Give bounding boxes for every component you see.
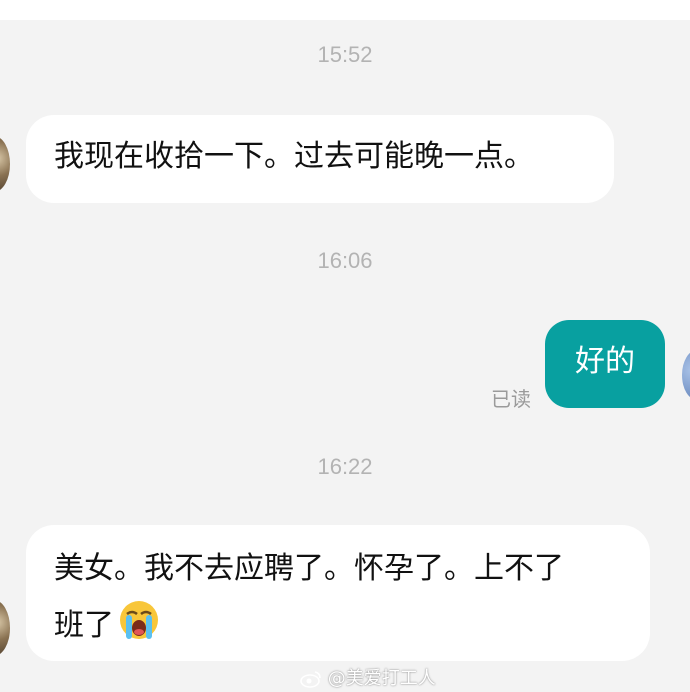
watermark-text: @美爱打工人 <box>327 668 436 689</box>
timestamp: 16:06 <box>317 248 373 273</box>
incoming-message-bubble[interactable]: 美女。我不去应聘了。怀孕了。上不了 班了 <box>26 525 650 661</box>
contact-avatar[interactable] <box>0 600 10 656</box>
message-text: 好的 <box>575 344 635 379</box>
top-bar <box>0 0 690 20</box>
weibo-icon <box>300 671 321 688</box>
my-avatar[interactable] <box>682 350 690 400</box>
loudly-crying-face-icon <box>120 601 158 639</box>
outgoing-message-bubble[interactable]: 好的 <box>545 320 665 408</box>
read-status: 已读 <box>491 387 531 411</box>
timestamp: 15:52 <box>317 42 373 67</box>
message-text: 我现在收拾一下。过去可能晚一点。 <box>54 139 534 174</box>
contact-avatar[interactable] <box>0 136 10 192</box>
message-text-line: 班了 <box>54 608 114 643</box>
timestamp: 16:22 <box>317 454 373 479</box>
incoming-message-bubble[interactable]: 我现在收拾一下。过去可能晚一点。 <box>26 115 614 203</box>
watermark: @美爱打工人 <box>300 664 436 690</box>
message-text-line: 美女。我不去应聘了。怀孕了。上不了 <box>54 551 564 586</box>
